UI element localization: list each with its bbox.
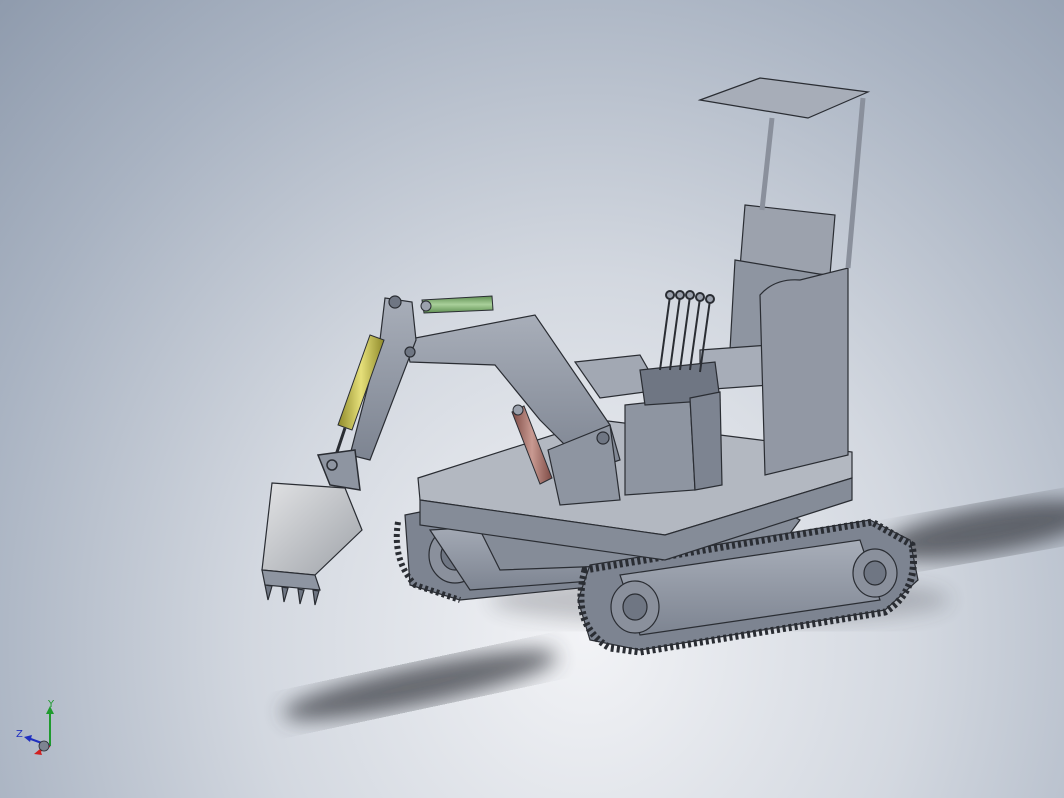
z-axis-arrow xyxy=(24,735,32,742)
graphics-viewport[interactable]: Y Z xyxy=(0,0,1064,798)
y-axis-label: Y xyxy=(48,699,55,710)
operator-seat[interactable] xyxy=(699,204,849,476)
z-axis-label: Z xyxy=(16,729,23,740)
bucket[interactable] xyxy=(261,482,363,606)
excavator-model[interactable] xyxy=(0,0,1064,798)
bucket-linkage[interactable] xyxy=(316,449,361,491)
coordinate-triad[interactable]: Y Z xyxy=(14,700,64,760)
bucket-cylinder[interactable] xyxy=(420,295,494,314)
triad-origin xyxy=(38,740,50,752)
